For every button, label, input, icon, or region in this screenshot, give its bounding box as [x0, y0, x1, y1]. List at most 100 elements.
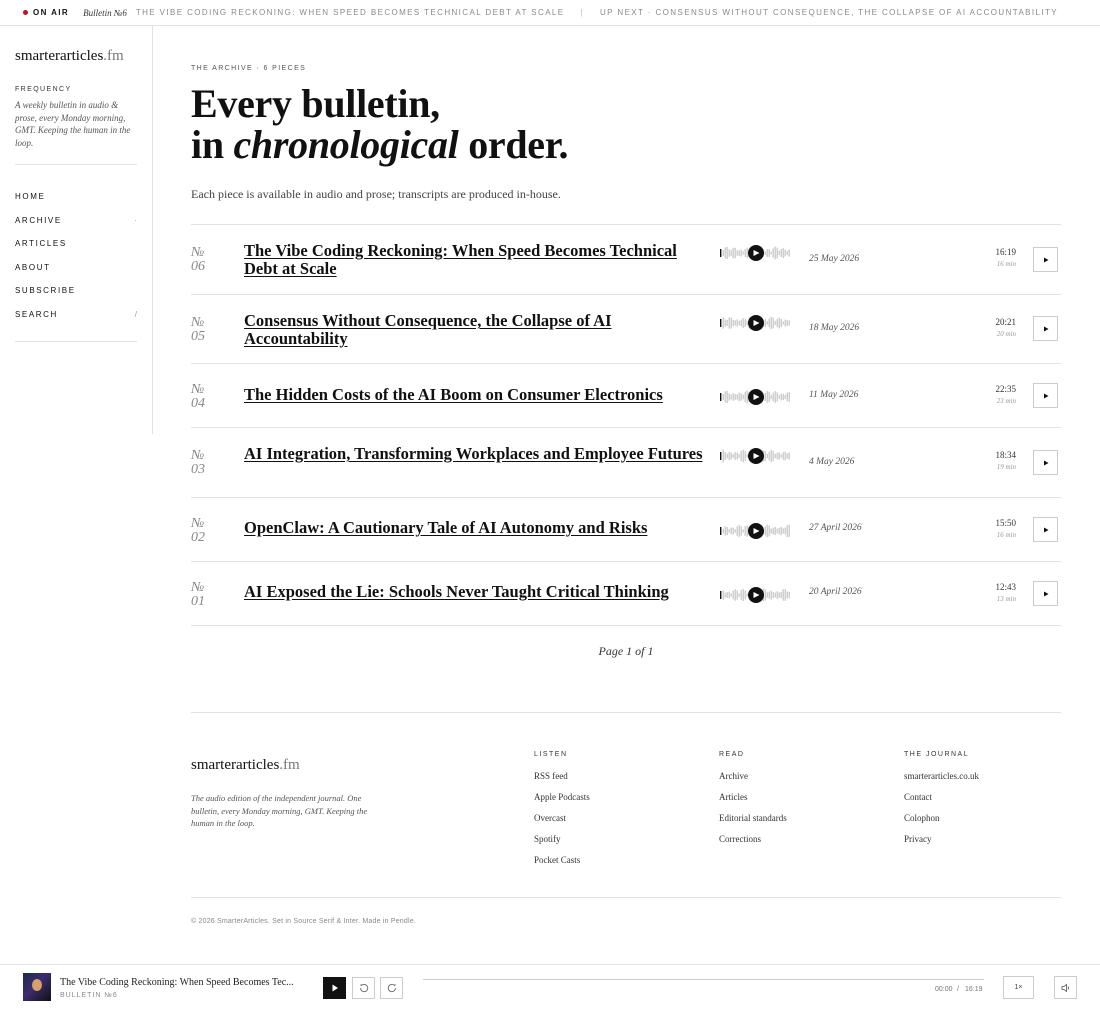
- ticker-now-playing[interactable]: THE VIBE CODING RECKONING: WHEN SPEED BE…: [136, 8, 565, 17]
- forward-icon: [387, 984, 396, 993]
- footer-link-pocket-casts[interactable]: Pocket Casts: [534, 855, 590, 876]
- footer-link-spotify[interactable]: Spotify: [534, 834, 590, 855]
- episode-play-button[interactable]: [1033, 517, 1058, 542]
- waveform-bar: [770, 528, 772, 534]
- waveform-scrubber[interactable]: [720, 314, 792, 332]
- episode-cover-art: [23, 973, 51, 1001]
- waveform-scrubber[interactable]: [720, 244, 792, 262]
- waveform-scrubber[interactable]: [720, 522, 792, 540]
- player-total: 16:19: [965, 986, 983, 993]
- player-bulletin-label: BULLETIN №6: [60, 992, 118, 999]
- waveform-bar: [742, 529, 744, 533]
- player-progress-track[interactable]: [423, 979, 984, 980]
- episode-title-link[interactable]: AI Exposed the Lie: Schools Never Taught…: [244, 583, 714, 601]
- number-value: 06: [191, 259, 205, 274]
- waveform-bar: [726, 526, 728, 536]
- waveform-bar: [774, 391, 776, 403]
- footer-logo[interactable]: smarterarticles.fm: [191, 757, 300, 774]
- episode-play-button[interactable]: [1033, 581, 1058, 606]
- waveform-bar: [782, 247, 784, 259]
- footer-link-journal-site[interactable]: smarterarticles.co.uk: [904, 771, 979, 792]
- waveform-bar: [786, 524, 788, 538]
- episode-play-button[interactable]: [1033, 383, 1058, 408]
- footer-link-overcast[interactable]: Overcast: [534, 813, 590, 834]
- waveform-bar: [784, 451, 786, 461]
- waveform-bar: [780, 249, 782, 257]
- sidebar-item-archive[interactable]: ARCHIVE ·: [15, 208, 137, 232]
- duration-time: 22:35: [995, 384, 1016, 394]
- episode-date: 25 May 2026: [809, 254, 860, 264]
- sidebar-item-home[interactable]: HOME: [15, 185, 137, 209]
- waveform-bar: [740, 526, 742, 536]
- waveform-bar: [730, 317, 732, 329]
- episode-duration: 18:34 19 min: [995, 450, 1016, 471]
- player-play-button[interactable]: [323, 977, 346, 999]
- episode-title-link[interactable]: OpenClaw: A Cautionary Tale of AI Autono…: [244, 519, 714, 537]
- sidebar-item-search[interactable]: SEARCH /: [15, 302, 137, 326]
- waveform-bar: [782, 589, 784, 601]
- footer-link-privacy[interactable]: Privacy: [904, 834, 979, 855]
- footer-link-articles[interactable]: Articles: [719, 792, 787, 813]
- waveform-bar: [776, 392, 778, 402]
- play-icon: [1043, 326, 1048, 331]
- waveform-bar: [788, 249, 790, 257]
- headline-line1: Every bulletin,: [191, 81, 440, 126]
- episode-play-button[interactable]: [1033, 247, 1058, 272]
- sidebar-item-about[interactable]: ABOUT: [15, 255, 137, 279]
- waveform-scrubber[interactable]: [720, 447, 792, 465]
- waveform-bar: [742, 318, 744, 328]
- number-value: 05: [191, 329, 205, 344]
- forward-button[interactable]: [380, 977, 403, 999]
- waveform-bar: [768, 451, 770, 461]
- episode-title-link[interactable]: AI Integration, Transforming Workplaces …: [244, 445, 714, 463]
- episode-title-link[interactable]: The Vibe Coding Reckoning: When Speed Be…: [244, 242, 714, 278]
- episode-row: № 06 The Vibe Coding Reckoning: When Spee…: [191, 225, 1061, 295]
- episode-row: № 03 AI Integration, Transforming Workpla…: [191, 428, 1061, 498]
- episode-play-button[interactable]: [1033, 450, 1058, 475]
- page-title: Every bulletin, in chronological order.: [191, 83, 1061, 165]
- waveform-bar: [744, 590, 746, 600]
- footer-link-colophon[interactable]: Colophon: [904, 813, 979, 834]
- waveform-playhead: [720, 249, 722, 257]
- playback-rate-button[interactable]: 1×: [1003, 976, 1034, 999]
- duration-time: 20:21: [995, 317, 1016, 327]
- footer-link-apple-podcasts[interactable]: Apple Podcasts: [534, 792, 590, 813]
- waveform-bar: [780, 526, 782, 536]
- duration-minutes: 23 min: [996, 397, 1016, 405]
- footer-column-journal: THE JOURNAL smarterarticles.co.uk Contac…: [904, 751, 979, 855]
- rewind-button[interactable]: [352, 977, 375, 999]
- footer-link-contact[interactable]: Contact: [904, 792, 979, 813]
- duration-minutes: 19 min: [996, 463, 1016, 471]
- footer-link-rss[interactable]: RSS feed: [534, 771, 590, 792]
- waveform-bar: [772, 527, 774, 535]
- sidebar-item-subscribe[interactable]: SUBSCRIBE: [15, 279, 137, 303]
- episode-title-link[interactable]: The Hidden Costs of the AI Boom on Consu…: [244, 386, 714, 404]
- waveform-scrubber[interactable]: [720, 388, 792, 406]
- waveform-bar: [776, 452, 778, 460]
- episode-play-button[interactable]: [1033, 316, 1058, 341]
- archive-eyebrow: THE ARCHIVE · 6 PIECES: [191, 65, 307, 72]
- footer-link-corrections[interactable]: Corrections: [719, 834, 787, 855]
- site-logo[interactable]: smarterarticles.fm: [15, 48, 137, 65]
- waveform-scrubber[interactable]: [720, 586, 792, 604]
- waveform-bar: [740, 249, 742, 257]
- episode-duration: 20:21 20 min: [995, 317, 1016, 338]
- sidebar-item-articles[interactable]: ARTICLES: [15, 232, 137, 256]
- waveform-bar: [728, 451, 730, 461]
- waveform-bar: [786, 320, 788, 326]
- waveform-bar: [778, 592, 780, 598]
- waveform-bar: [782, 393, 784, 401]
- waveform-bar: [740, 590, 742, 600]
- sidebar-divider-bottom: [15, 340, 137, 342]
- ticker-up-next[interactable]: UP NEXT · CONSENSUS WITHOUT CONSEQUENCE,…: [600, 8, 1058, 17]
- episode-row: № 02 OpenClaw: A Cautionary Tale of AI Au…: [191, 498, 1061, 562]
- waveform-bar: [772, 317, 774, 329]
- number-value: 01: [191, 594, 205, 609]
- volume-button[interactable]: [1054, 976, 1077, 999]
- waveform-bar: [736, 590, 738, 600]
- number-label: №: [191, 516, 205, 531]
- footer-link-editorial-standards[interactable]: Editorial standards: [719, 813, 787, 834]
- waveform-bar: [786, 591, 788, 599]
- footer-link-archive[interactable]: Archive: [719, 771, 787, 792]
- episode-title-link[interactable]: Consensus Without Consequence, the Colla…: [244, 312, 714, 348]
